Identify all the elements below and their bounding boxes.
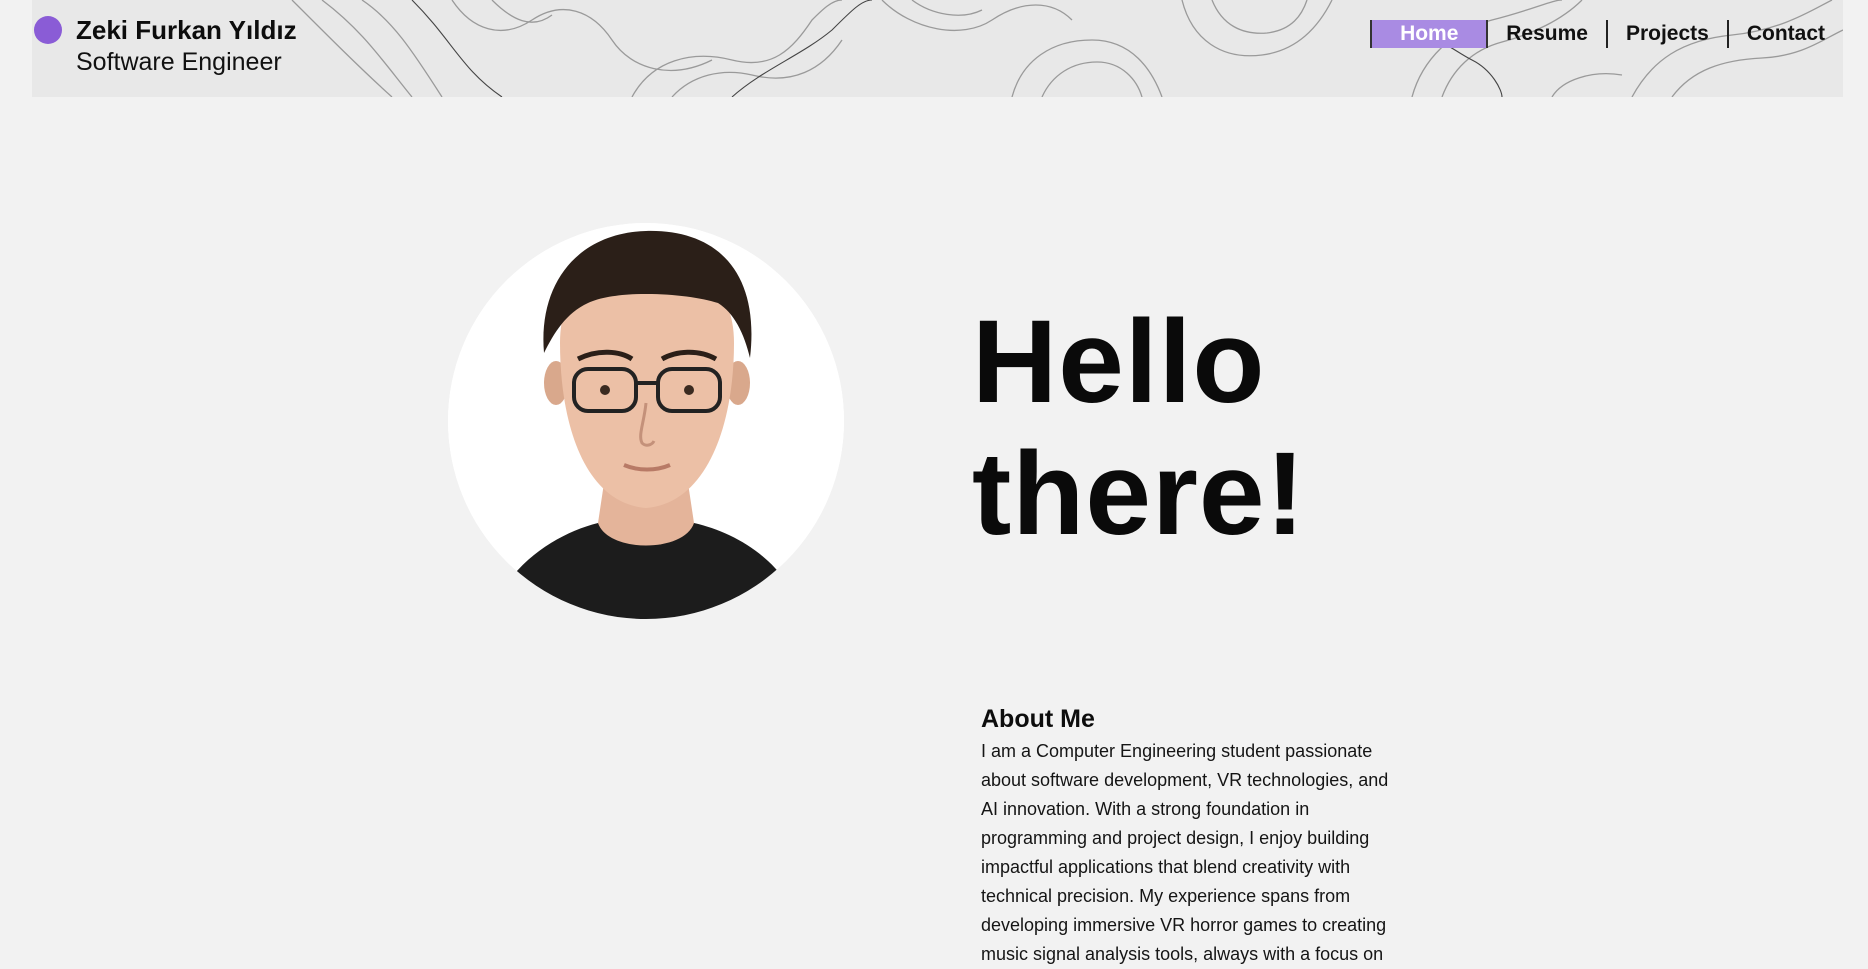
brand-dot bbox=[34, 16, 62, 44]
hero-greeting: Hello there! bbox=[972, 296, 1306, 560]
nav-item-resume[interactable]: Resume bbox=[1488, 20, 1606, 48]
nav-item-contact[interactable]: Contact bbox=[1726, 20, 1843, 48]
topographic-pattern bbox=[291, 0, 1843, 97]
site-owner-role: Software Engineer bbox=[76, 48, 282, 76]
profile-portrait-illustration bbox=[448, 223, 844, 619]
nav-item-projects[interactable]: Projects bbox=[1605, 20, 1727, 48]
main-nav: Home Resume Projects Contact bbox=[1370, 20, 1843, 48]
site-header: Zeki Furkan Yıldız Software Engineer Hom… bbox=[32, 0, 1843, 97]
nav-item-home[interactable]: Home bbox=[1370, 20, 1489, 48]
about-heading: About Me bbox=[981, 705, 1095, 733]
about-body: I am a Computer Engineering student pass… bbox=[981, 741, 1389, 964]
site-owner-name[interactable]: Zeki Furkan Yıldız bbox=[76, 15, 297, 46]
profile-photo bbox=[448, 223, 844, 619]
